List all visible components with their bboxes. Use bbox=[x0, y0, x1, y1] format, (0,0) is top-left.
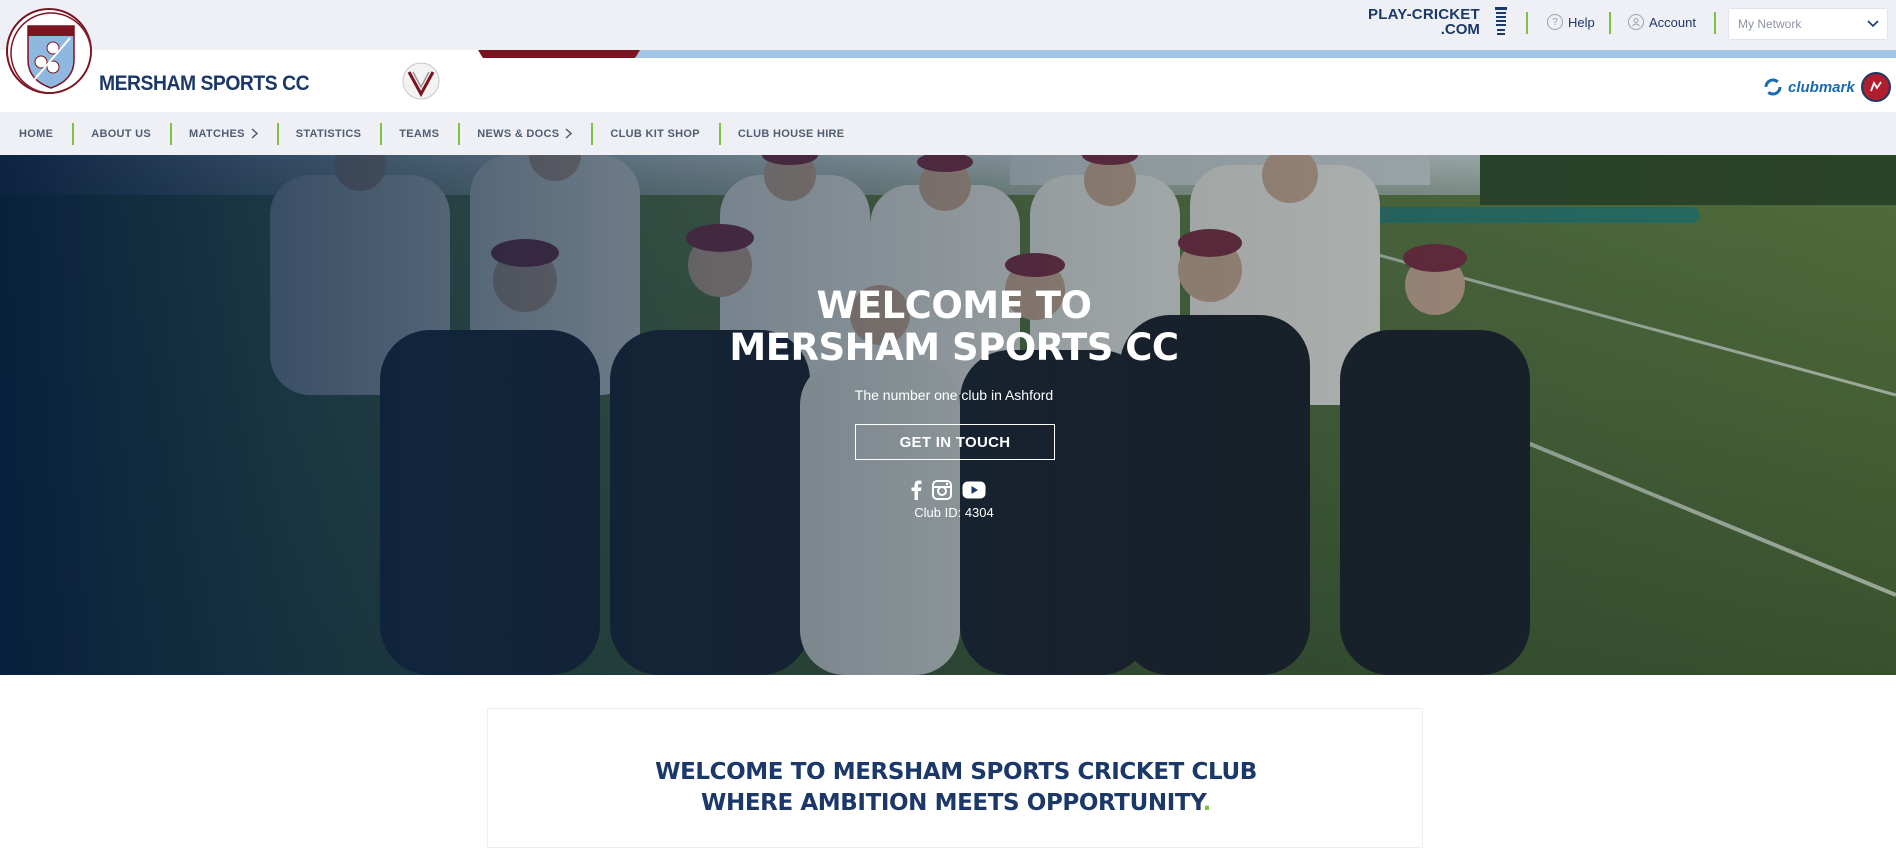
hero-title: WELCOME TO MERSHAM SPORTS CC bbox=[648, 285, 1260, 369]
nav-item-club-kit-shop[interactable]: CLUB KIT SHOP bbox=[591, 122, 718, 145]
accent-dot: . bbox=[1202, 790, 1212, 816]
nav-item-home[interactable]: HOME bbox=[0, 123, 72, 145]
ecb-crest-icon[interactable] bbox=[1494, 6, 1508, 38]
club-name[interactable]: MERSHAM SPORTS CC bbox=[99, 72, 310, 96]
get-in-touch-button[interactable]: GET IN TOUCH bbox=[855, 424, 1055, 460]
help-link[interactable]: ? Help bbox=[1547, 14, 1595, 30]
chevron-right-icon bbox=[251, 126, 258, 142]
nav-item-news-docs[interactable]: NEWS & DOCS bbox=[458, 122, 591, 145]
nav-item-label: STATISTICS bbox=[295, 127, 362, 140]
my-network-select[interactable]: My Network bbox=[1728, 8, 1888, 40]
help-label: Help bbox=[1568, 14, 1595, 30]
play-cricket-logo-line2: .COM bbox=[1440, 21, 1480, 38]
nav-item-about-us[interactable]: ABOUT US bbox=[72, 122, 170, 145]
chevron-down-icon bbox=[1859, 17, 1887, 31]
nav-item-label: CLUB KIT SHOP bbox=[610, 127, 700, 140]
sponsor-logo[interactable] bbox=[400, 62, 442, 100]
play-cricket-logo-line1: PLAY-CRICKET bbox=[1368, 6, 1480, 23]
clubmark-swirl-icon bbox=[1764, 78, 1782, 96]
main-nav: HOME ABOUT US MATCHES STATISTICS TEAMS N… bbox=[0, 112, 1896, 155]
my-network-placeholder: My Network bbox=[1738, 17, 1802, 31]
youtube-icon[interactable] bbox=[962, 479, 986, 501]
utility-divider bbox=[1714, 12, 1716, 34]
welcome-heading-line2: WHERE AMBITION MEETS OPPORTUNITY bbox=[701, 790, 1203, 816]
utility-divider bbox=[1609, 12, 1611, 34]
hero-content: WELCOME TO MERSHAM SPORTS CC The number … bbox=[0, 155, 1896, 675]
nav-item-statistics[interactable]: STATISTICS bbox=[276, 122, 381, 145]
nav-item-club-house-hire[interactable]: CLUB HOUSE HIRE bbox=[718, 122, 864, 145]
account-label: Account bbox=[1649, 14, 1696, 30]
welcome-heading-line1: WELCOME TO MERSHAM SPORTS CRICKET CLUB bbox=[655, 759, 1257, 785]
nav-item-label: CLUB HOUSE HIRE bbox=[737, 127, 845, 140]
instagram-icon[interactable] bbox=[932, 479, 952, 501]
play-cricket-logo[interactable]: PLAY-CRICKET .COM bbox=[1368, 7, 1480, 37]
question-icon: ? bbox=[1547, 14, 1563, 30]
kent-cricket-badge-icon[interactable] bbox=[1860, 72, 1891, 102]
nav-item-label: NEWS & DOCS bbox=[477, 127, 560, 140]
nav-item-matches[interactable]: MATCHES bbox=[170, 122, 277, 145]
welcome-heading: WELCOME TO MERSHAM SPORTS CRICKET CLUB W… bbox=[488, 757, 1424, 819]
hero-title-line1: WELCOME TO bbox=[816, 284, 1092, 327]
header-stripe-red bbox=[478, 50, 640, 58]
hero-subtitle: The number one club in Ashford bbox=[854, 387, 1054, 403]
utility-bar: PLAY-CRICKET .COM ? Help Account My Netw… bbox=[0, 0, 1896, 50]
club-id: Club ID: 4304 bbox=[914, 505, 994, 520]
nav-item-label: MATCHES bbox=[189, 127, 245, 140]
club-badge-logo[interactable] bbox=[6, 8, 92, 94]
nav-item-label: TEAMS bbox=[399, 127, 440, 140]
nav-item-teams[interactable]: TEAMS bbox=[380, 122, 458, 145]
nav-item-label: HOME bbox=[19, 127, 54, 140]
hero-banner: WELCOME TO MERSHAM SPORTS CC The number … bbox=[0, 155, 1896, 675]
hero-title-line2: MERSHAM SPORTS CC bbox=[729, 326, 1179, 369]
clubmark-label: clubmark bbox=[1788, 78, 1855, 96]
social-links bbox=[910, 479, 986, 501]
utility-divider bbox=[1526, 12, 1528, 34]
clubmark-logo[interactable]: clubmark bbox=[1764, 72, 1891, 102]
header-stripe-blue bbox=[636, 50, 1896, 58]
welcome-card: WELCOME TO MERSHAM SPORTS CRICKET CLUB W… bbox=[487, 708, 1423, 848]
chevron-right-icon bbox=[565, 126, 573, 142]
facebook-icon[interactable] bbox=[910, 479, 922, 501]
account-link[interactable]: Account bbox=[1628, 14, 1696, 30]
user-icon bbox=[1628, 14, 1644, 30]
nav-item-label: ABOUT US bbox=[91, 127, 152, 140]
